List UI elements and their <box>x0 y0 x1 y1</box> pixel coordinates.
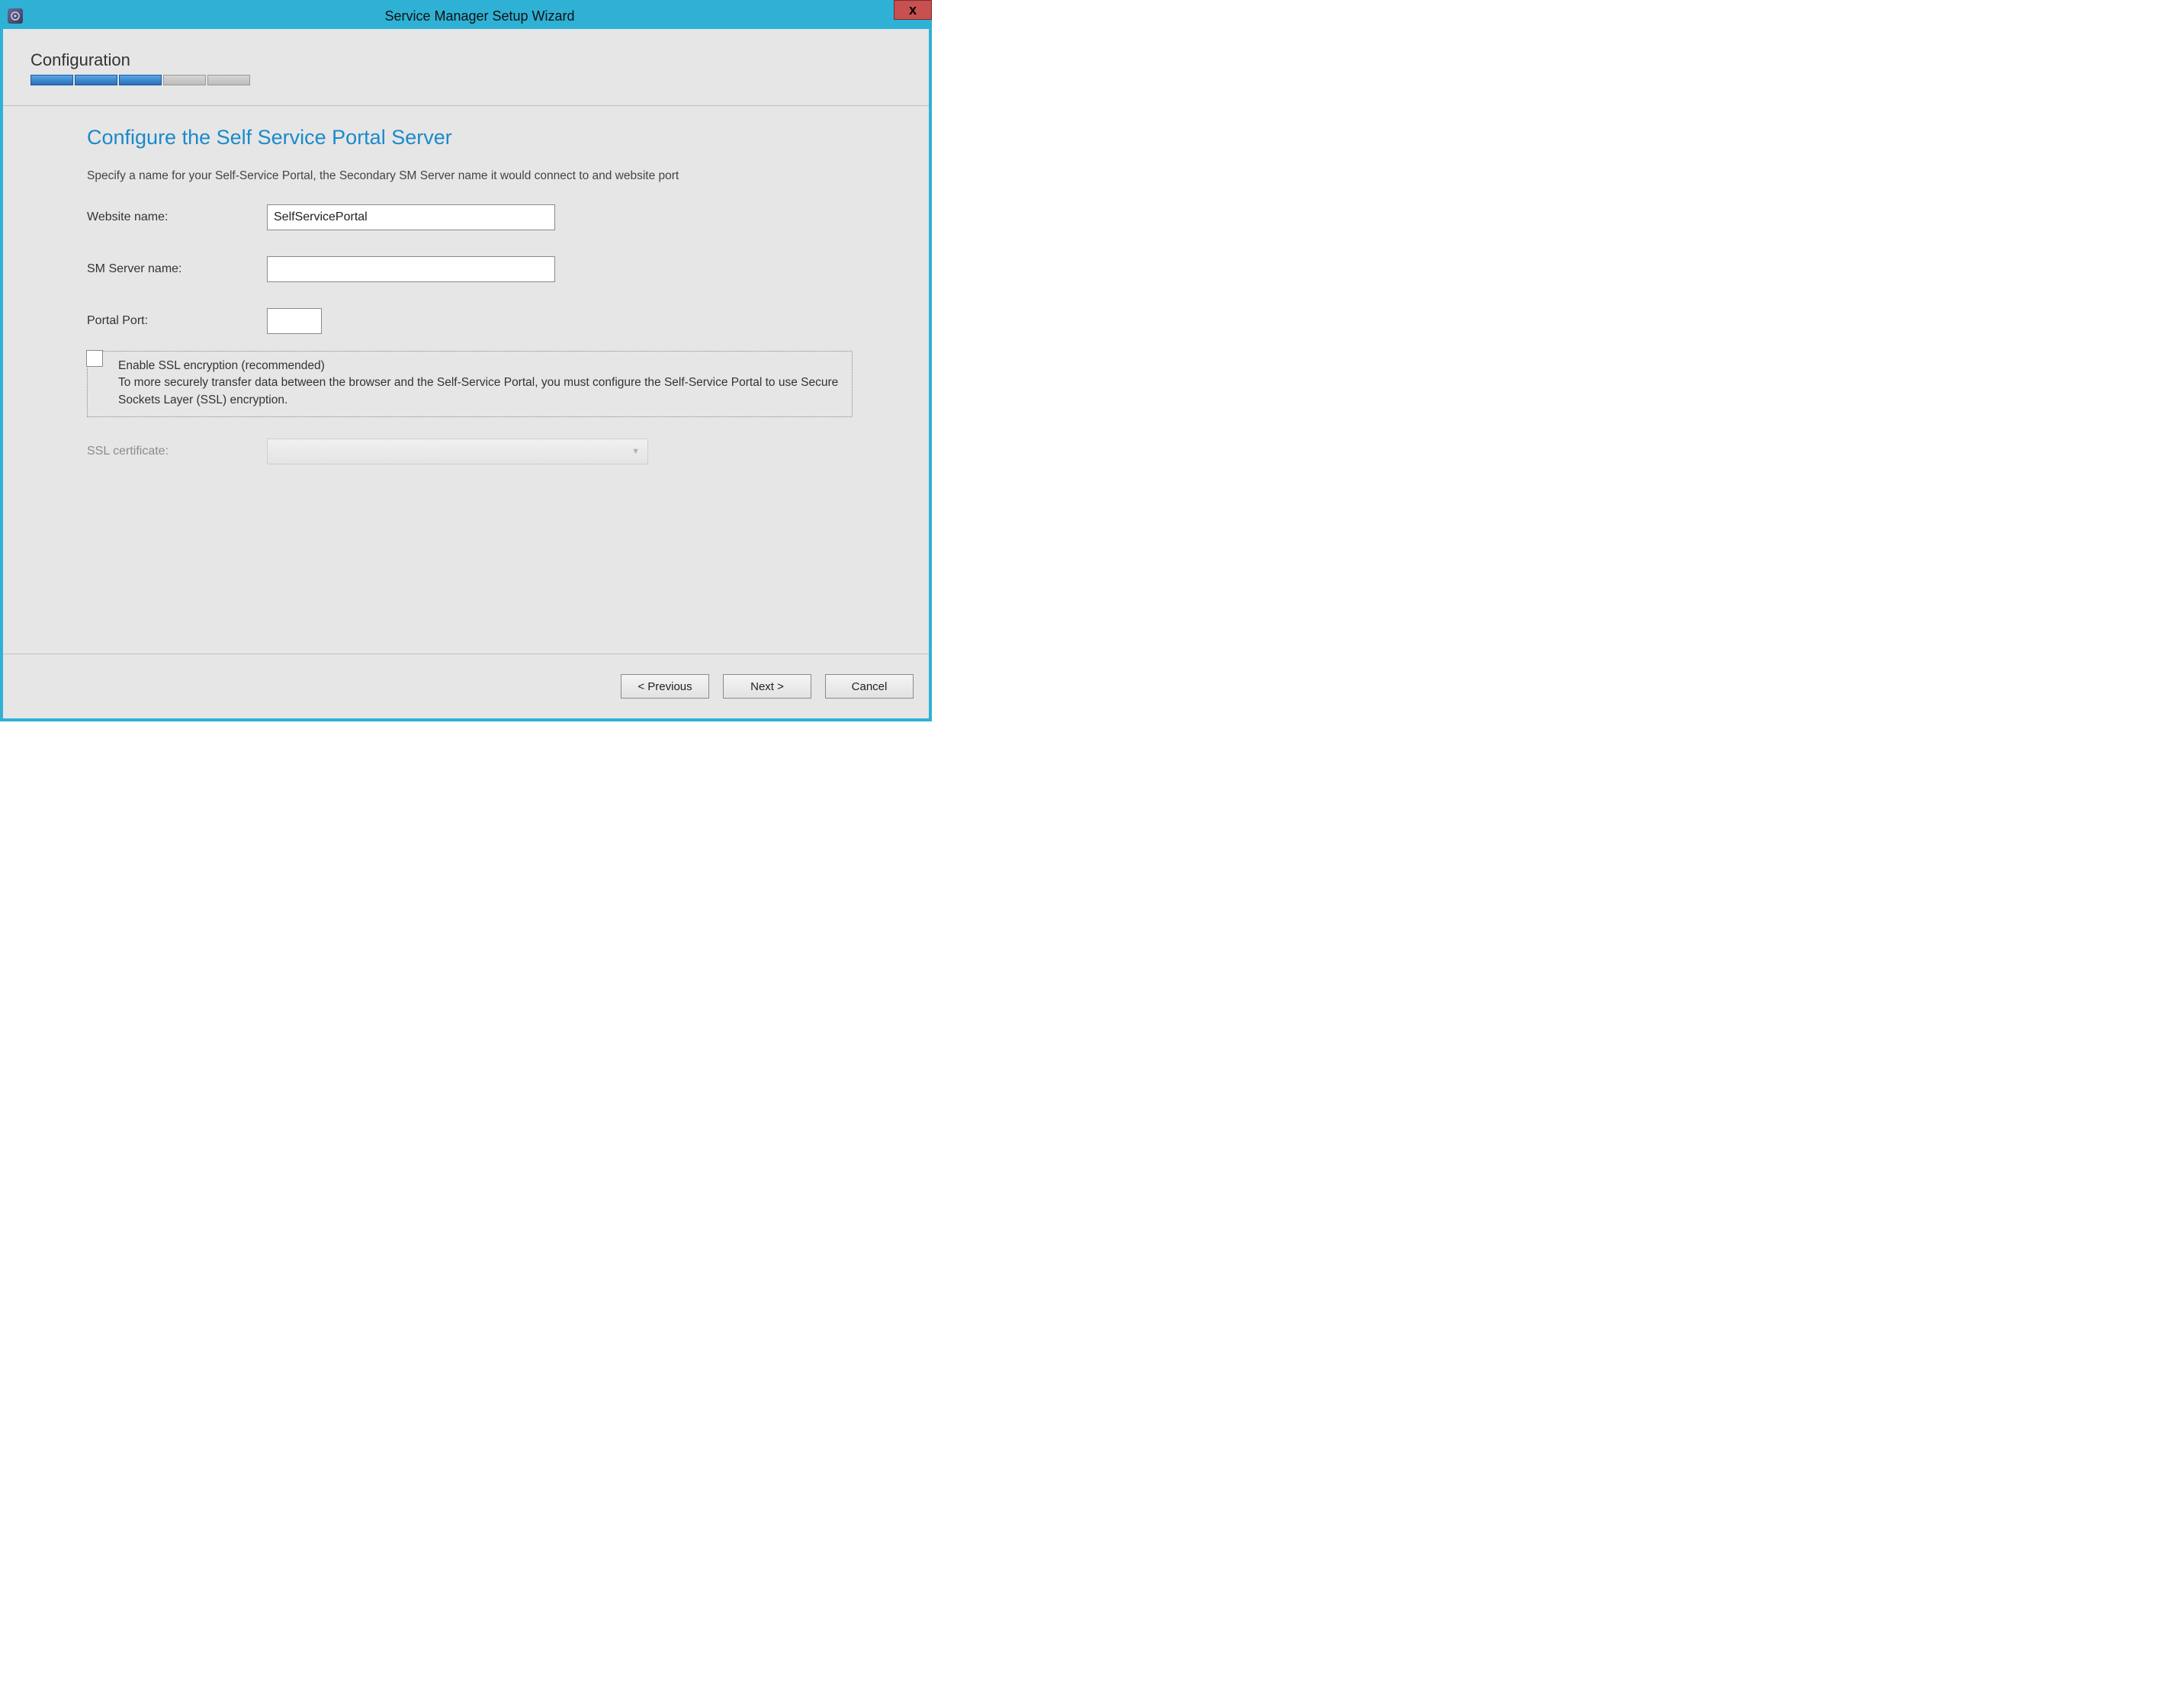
progress-segment <box>31 75 73 85</box>
previous-button[interactable]: < Previous <box>621 674 709 699</box>
next-button[interactable]: Next > <box>723 674 811 699</box>
website-name-input[interactable] <box>267 204 555 230</box>
portal-port-input[interactable] <box>267 308 322 334</box>
website-name-label: Website name: <box>87 210 267 224</box>
progress-segment <box>163 75 206 85</box>
progress-track <box>31 75 901 85</box>
client-area: Configuration Configure the Self Service… <box>3 29 929 718</box>
wizard-footer: < Previous Next > Cancel <box>3 654 929 718</box>
progress-segment <box>75 75 117 85</box>
progress-segment <box>119 75 162 85</box>
ssl-cert-label: SSL certificate: <box>87 445 267 458</box>
wizard-page: Configure the Self Service Portal Server… <box>3 106 929 654</box>
chevron-down-icon: ▼ <box>631 447 640 456</box>
row-sm-server: SM Server name: <box>87 256 853 282</box>
close-icon: x <box>909 2 917 18</box>
ssl-text: Enable SSL encryption (recommended) To m… <box>118 358 843 409</box>
section-title: Configuration <box>31 50 901 70</box>
page-title: Configure the Self Service Portal Server <box>87 126 853 149</box>
portal-port-label: Portal Port: <box>87 314 267 328</box>
close-button[interactable]: x <box>894 0 932 20</box>
titlebar: Service Manager Setup Wizard x <box>3 3 929 29</box>
sm-server-label: SM Server name: <box>87 262 267 276</box>
sm-server-input[interactable] <box>267 256 555 282</box>
page-subtitle: Specify a name for your Self-Service Por… <box>87 169 853 183</box>
ssl-group: Enable SSL encryption (recommended) To m… <box>87 351 853 417</box>
window-title: Service Manager Setup Wizard <box>31 8 929 24</box>
ssl-checkbox[interactable] <box>86 350 103 367</box>
wizard-window: Service Manager Setup Wizard x Configura… <box>0 0 932 721</box>
app-icon <box>8 8 23 24</box>
row-portal-port: Portal Port: <box>87 308 853 334</box>
ssl-description: To more securely transfer data between t… <box>118 376 838 406</box>
ssl-title: Enable SSL encryption (recommended) <box>118 359 325 372</box>
cancel-button[interactable]: Cancel <box>825 674 914 699</box>
ssl-cert-dropdown: ▼ <box>267 439 648 464</box>
wizard-header: Configuration <box>3 29 929 95</box>
row-ssl-cert: SSL certificate: ▼ <box>87 439 853 464</box>
row-website-name: Website name: <box>87 204 853 230</box>
progress-segment <box>207 75 250 85</box>
